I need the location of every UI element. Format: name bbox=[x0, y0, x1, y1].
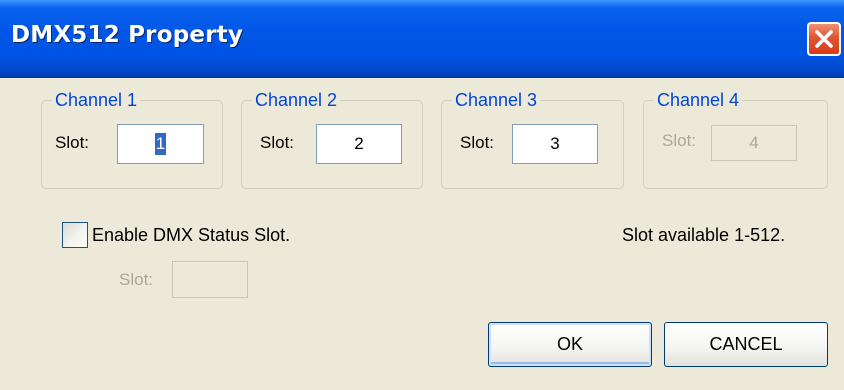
channel-3-slot-input[interactable]: 3 bbox=[512, 124, 598, 164]
cancel-button-label: CANCEL bbox=[709, 334, 783, 354]
slot-range-info: Slot available 1-512. bbox=[622, 225, 786, 245]
channel-1-slot-value: 1 bbox=[154, 133, 167, 155]
channel-3-slot-label: Slot: bbox=[460, 133, 495, 152]
ok-button[interactable]: OK bbox=[488, 322, 652, 367]
channel-2-group: Channel 2 Slot: 2 bbox=[241, 89, 423, 189]
dialog-body: Channel 1 Slot: 1 Channel 2 Slot: 2 Chan… bbox=[0, 78, 844, 390]
status-slot-label: Slot: bbox=[119, 270, 154, 289]
channel-3-slot-value: 3 bbox=[550, 134, 560, 153]
close-x-icon bbox=[815, 30, 833, 48]
channel-4-slot-label: Slot: bbox=[662, 131, 697, 150]
channel-3-group: Channel 3 Slot: 3 bbox=[441, 89, 624, 189]
channel-2-legend: Channel 2 bbox=[252, 89, 341, 111]
ok-button-label: OK bbox=[556, 334, 583, 354]
title-bar[interactable]: DMX512 Property bbox=[0, 0, 844, 78]
status-slot-input bbox=[172, 261, 248, 298]
channel-1-slot-label: Slot: bbox=[55, 133, 90, 152]
channel-2-slot-label: Slot: bbox=[260, 133, 295, 152]
channel-2-slot-value: 2 bbox=[354, 134, 364, 153]
channel-2-slot-input[interactable]: 2 bbox=[316, 124, 402, 164]
enable-status-slot-checkbox[interactable] bbox=[62, 222, 88, 248]
channel-1-group: Channel 1 Slot: 1 bbox=[41, 89, 223, 189]
channel-4-slot-input: 4 bbox=[711, 125, 797, 161]
enable-status-slot-label[interactable]: Enable DMX Status Slot. bbox=[92, 223, 290, 247]
channel-4-group: Channel 4 Slot: 4 bbox=[643, 89, 828, 189]
dmx512-property-dialog: DMX512 Property Channel 1 Slot: 1 Channe… bbox=[0, 0, 844, 390]
channel-4-slot-value: 4 bbox=[749, 133, 759, 152]
channel-4-legend: Channel 4 bbox=[654, 89, 743, 111]
channel-1-slot-input[interactable]: 1 bbox=[117, 124, 204, 164]
channel-3-legend: Channel 3 bbox=[452, 89, 541, 111]
close-button[interactable] bbox=[807, 22, 841, 56]
window-title: DMX512 Property bbox=[11, 22, 244, 48]
cancel-button[interactable]: CANCEL bbox=[664, 322, 828, 367]
channel-1-legend: Channel 1 bbox=[52, 89, 141, 111]
